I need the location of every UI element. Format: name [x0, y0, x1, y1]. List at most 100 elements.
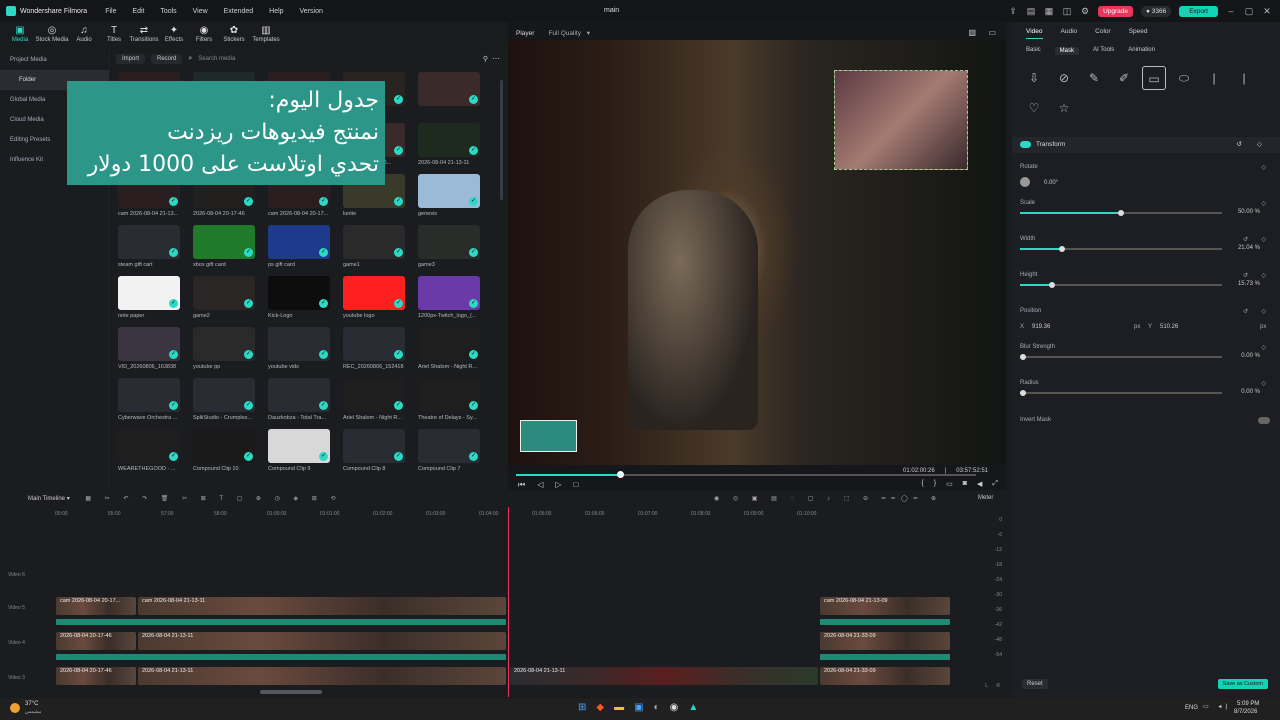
mini-overlay-clip[interactable]: [520, 420, 577, 452]
mark-in-icon[interactable]: {: [921, 480, 923, 488]
media-tile[interactable]: ✓ youtube logo: [343, 276, 405, 319]
audio-waveform[interactable]: [820, 654, 950, 660]
media-tile[interactable]: ✓ youtube vids: [268, 327, 330, 370]
subtab-basic[interactable]: Basic: [1026, 47, 1041, 55]
tab-speed[interactable]: Speed: [1129, 28, 1148, 39]
media-player-icon[interactable]: ◉: [670, 702, 679, 713]
media-tile[interactable]: ✓ VID_20260806_163838: [118, 327, 180, 370]
line-mask-icon[interactable]: |: [1202, 66, 1226, 90]
media-tile[interactable]: ✓ game2: [193, 276, 255, 319]
gear-icon[interactable]: ⚙: [1080, 6, 1090, 16]
minimize-icon[interactable]: –: [1226, 6, 1236, 16]
invert-mask-toggle[interactable]: [1258, 417, 1270, 424]
keyframe-icon[interactable]: ◇: [1257, 140, 1262, 148]
playhead[interactable]: [508, 507, 509, 697]
brush-mask-icon[interactable]: ✐: [1112, 66, 1136, 90]
media-tile[interactable]: ✓ SpliiStudio - Crumples...: [193, 378, 255, 421]
keyframe-icon[interactable]: ◇: [1261, 380, 1266, 387]
scale-value[interactable]: 50.00 %: [1238, 209, 1260, 215]
width-slider[interactable]: [1020, 246, 1222, 252]
coins-badge[interactable]: ● 3366: [1141, 5, 1172, 17]
timeline[interactable]: 00:00 55:00 57:00 58:00 01:00:00 01:01:00 01:0…: [0, 507, 960, 697]
tray-icons[interactable]: ▭ ◂): [1203, 703, 1231, 710]
rotate-value[interactable]: 0.00°: [1044, 180, 1058, 186]
tool-media[interactable]: ▣ Media: [5, 22, 35, 48]
reset-icon[interactable]: ↺: [1243, 308, 1248, 315]
subtab-animation[interactable]: Animation: [1128, 47, 1155, 55]
radius-slider[interactable]: [1020, 390, 1222, 396]
media-tile[interactable]: ✓ note paper: [118, 276, 180, 319]
tool-stickers[interactable]: ✿ Stickers: [219, 22, 249, 48]
menu-help[interactable]: Help: [269, 8, 283, 15]
monitor-icon[interactable]: ▭: [946, 480, 953, 488]
reset-icon[interactable]: ↺: [1243, 236, 1248, 243]
media-tile[interactable]: ✓ WEARETHEGOOD - ...: [118, 429, 180, 472]
play-back-icon[interactable]: ◁: [537, 480, 543, 490]
media-tile[interactable]: ✓ REC_20260806_152418: [343, 327, 405, 370]
video-preview[interactable]: [508, 40, 1006, 465]
blur-slider[interactable]: [1020, 354, 1222, 360]
snapshot-icon[interactable]: ▧: [968, 28, 976, 37]
slider-knob[interactable]: [1048, 282, 1055, 288]
clip[interactable]: cam 2026-08-04 20-17...: [56, 597, 136, 615]
share-icon[interactable]: ⇪: [1008, 6, 1018, 16]
star-mask-icon[interactable]: ☆: [1052, 96, 1076, 120]
audio-waveform[interactable]: [56, 619, 506, 625]
media-tile[interactable]: ✓ Compound Clip 10: [193, 429, 255, 472]
keyframe-icon[interactable]: ◇: [1261, 308, 1266, 315]
grid-icon[interactable]: ▦: [1044, 6, 1054, 16]
menu-extended[interactable]: Extended: [224, 8, 254, 15]
mail-icon[interactable]: ▣: [634, 702, 643, 713]
heart-mask-icon[interactable]: ♡: [1022, 96, 1046, 120]
more-icon[interactable]: ⋯: [492, 54, 500, 63]
media-tile[interactable]: ✓ Kick-Logo: [268, 276, 330, 319]
tool-stock-media[interactable]: ◎ Stock Media: [35, 22, 69, 48]
keyframe-icon[interactable]: ◇: [1261, 236, 1266, 243]
clip[interactable]: 2026-08-04 21-13-11: [138, 667, 506, 685]
slider-knob[interactable]: [1118, 210, 1124, 216]
import-mask-icon[interactable]: ⇩: [1022, 66, 1046, 90]
search-input[interactable]: Search media: [198, 56, 235, 62]
subtab-ai-tools[interactable]: AI Tools: [1093, 47, 1114, 55]
fullscreen-icon[interactable]: ⤢: [992, 480, 998, 488]
radius-value[interactable]: 0.00 %: [1241, 389, 1260, 395]
filter-icon[interactable]: ⚲: [483, 55, 488, 63]
audio-waveform[interactable]: [820, 619, 950, 625]
mark-out-icon[interactable]: }: [934, 480, 936, 488]
tab-audio[interactable]: Audio: [1061, 28, 1078, 39]
subtab-mask[interactable]: Mask: [1054, 47, 1080, 55]
reset-icon[interactable]: ↺: [1237, 140, 1242, 148]
reset-button[interactable]: Reset: [1022, 679, 1048, 689]
start-icon[interactable]: ⊞: [578, 702, 586, 713]
toggle-icon[interactable]: [1020, 141, 1031, 148]
media-tile[interactable]: ✓ 2026-08-04 21-13-11: [418, 123, 480, 166]
position-y-input[interactable]: 510.26: [1160, 324, 1178, 330]
timeline-ruler[interactable]: 00:00 55:00 57:00 58:00 01:00:00 01:01:00 01:0…: [55, 507, 955, 521]
steam-icon[interactable]: ◐: [654, 702, 660, 713]
media-tile[interactable]: ✓ game3: [418, 225, 480, 268]
menu-view[interactable]: View: [193, 8, 208, 15]
clip[interactable]: 2026-08-04 21-33-09: [820, 632, 950, 650]
camera-icon[interactable]: ◙: [963, 480, 967, 488]
timeline-name[interactable]: Main Timeline: [28, 496, 65, 502]
media-tile[interactable]: ✓ youtube pp: [193, 327, 255, 370]
slider-knob[interactable]: [1020, 354, 1026, 360]
media-tile[interactable]: ✓ ps gift card: [268, 225, 330, 268]
keyframe-icon[interactable]: ◇: [1261, 200, 1266, 207]
tool-effects[interactable]: ✦ Effects: [159, 22, 189, 48]
clip[interactable]: 2026-08-04 21-13-11: [138, 632, 506, 650]
timeline-right-icons[interactable]: ◉ ◎ ▣ ▤ ◌ ▢ ♪ ⬚ ⊖ ━━◯━ ⊕: [714, 495, 942, 502]
file-explorer-icon[interactable]: ▬: [614, 702, 624, 713]
media-tile[interactable]: ✓ Ariel Shalom - Night R...: [343, 378, 405, 421]
volume-icon[interactable]: ◀: [977, 480, 982, 488]
clip[interactable]: 2026-08-04 20-17-46: [56, 667, 136, 685]
menu-edit[interactable]: Edit: [132, 8, 144, 15]
weather-icon[interactable]: [10, 703, 20, 713]
filmora-taskbar-icon[interactable]: ▲: [688, 702, 698, 713]
tool-templates[interactable]: ▥ Templates: [249, 22, 283, 48]
sidebar-item-project-media[interactable]: Project Media: [0, 50, 109, 70]
keyframe-icon[interactable]: ◇: [1261, 164, 1266, 171]
media-tile[interactable]: ✓ game1: [343, 225, 405, 268]
progress-knob[interactable]: [616, 471, 624, 478]
tool-titles[interactable]: T Titles: [99, 22, 129, 48]
